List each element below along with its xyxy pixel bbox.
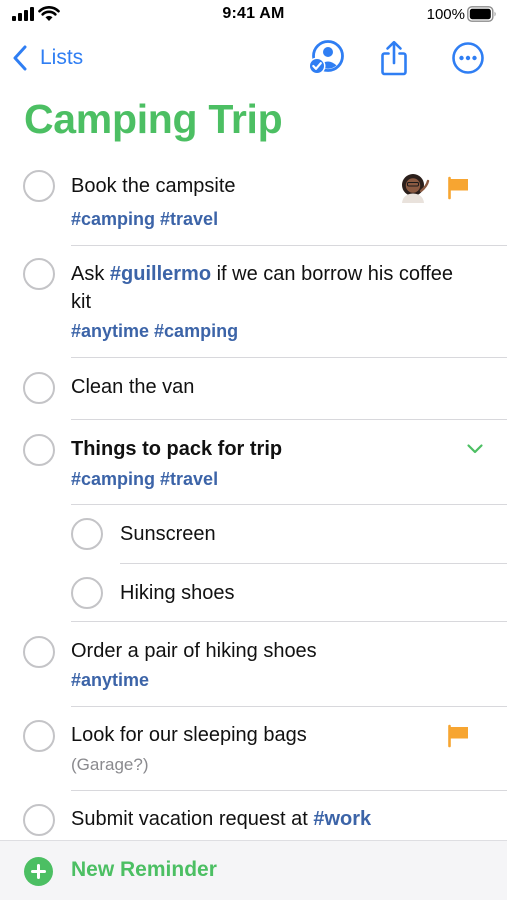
complete-checkbox[interactable] (23, 720, 55, 752)
row-divider (71, 706, 507, 707)
title-text: if we can borrow his coffee (211, 263, 454, 285)
bottom-toolbar: New Reminder (0, 840, 507, 900)
share-icon (381, 40, 407, 76)
reminder-note[interactable]: (Garage?) (71, 754, 148, 776)
complete-checkbox[interactable] (71, 518, 103, 550)
more-icon (452, 42, 484, 74)
assignee-avatar-icon (402, 174, 430, 203)
plus-circle-icon[interactable] (24, 857, 53, 886)
battery-icon (467, 6, 496, 22)
reminder-tags[interactable]: #camping #travel (71, 468, 218, 490)
person-tag[interactable]: #guillermo (110, 263, 211, 285)
row-divider (71, 504, 507, 505)
title-text: Submit vacation request at (71, 808, 314, 830)
subtask-title[interactable]: Hiking shoes (120, 579, 235, 607)
reminder-tags[interactable]: #camping #travel (71, 208, 218, 230)
row-divider (71, 245, 507, 246)
subtask-row[interactable]: Hiking shoes (0, 576, 507, 622)
new-reminder-button[interactable]: New Reminder (71, 858, 217, 882)
row-divider (71, 621, 507, 622)
reminder-row[interactable]: Order a pair of hiking shoes #anytime (0, 634, 507, 706)
subtask-row[interactable]: Sunscreen (0, 517, 507, 563)
context-tag[interactable]: #work (313, 808, 371, 830)
reminder-title[interactable]: Submit vacation request at #work (71, 805, 371, 833)
battery-percent: 100% (426, 6, 465, 23)
reminder-title[interactable]: Book the campsite (71, 172, 236, 200)
more-button[interactable] (448, 36, 488, 80)
complete-checkbox[interactable] (23, 434, 55, 466)
reminder-tags[interactable]: #anytime (71, 669, 149, 691)
share-with-people-icon (308, 40, 344, 75)
flag-icon (448, 724, 468, 748)
complete-checkbox[interactable] (23, 372, 55, 404)
complete-checkbox[interactable] (71, 577, 103, 609)
row-divider (71, 357, 507, 358)
reminder-row[interactable]: Clean the van (0, 370, 507, 420)
reminder-row[interactable]: Book the campsite #camping #travel (0, 168, 507, 246)
share-with-people-button[interactable] (306, 36, 346, 80)
reminder-row[interactable]: Submit vacation request at #work (0, 802, 507, 842)
row-divider (120, 563, 507, 564)
complete-checkbox[interactable] (23, 636, 55, 668)
reminder-title[interactable]: Clean the van (71, 373, 194, 401)
title-text: Ask (71, 263, 110, 285)
list-title: Camping Trip (24, 96, 283, 142)
chevron-left-icon (13, 45, 27, 71)
reminder-row[interactable]: Look for our sleeping bags (Garage?) (0, 718, 507, 790)
back-button[interactable]: Lists (12, 42, 83, 74)
reminder-title[interactable]: Order a pair of hiking shoes (71, 637, 317, 665)
reminder-tags[interactable]: #anytime #camping (71, 320, 238, 342)
reminder-row[interactable]: Things to pack for trip #camping #travel (0, 432, 507, 504)
reminder-row[interactable]: Ask #guillermo if we can borrow his coff… (0, 256, 507, 358)
reminder-title[interactable]: Things to pack for trip (71, 435, 282, 463)
complete-checkbox[interactable] (23, 170, 55, 202)
reminder-title[interactable]: Ask #guillermo if we can borrow his coff… (71, 260, 453, 288)
share-button[interactable] (374, 36, 414, 80)
reminder-title-continued[interactable]: kit (71, 288, 91, 316)
flag-icon (448, 176, 468, 200)
chevron-down-icon[interactable] (466, 443, 484, 455)
back-label: Lists (40, 46, 84, 69)
reminder-title[interactable]: Look for our sleeping bags (71, 721, 307, 749)
row-divider (71, 419, 507, 420)
status-bar: 9:41 AM 100% (0, 0, 507, 32)
row-divider (71, 790, 507, 791)
subtask-title[interactable]: Sunscreen (120, 520, 216, 548)
complete-checkbox[interactable] (23, 804, 55, 836)
complete-checkbox[interactable] (23, 258, 55, 290)
nav-bar: Lists (0, 36, 507, 82)
